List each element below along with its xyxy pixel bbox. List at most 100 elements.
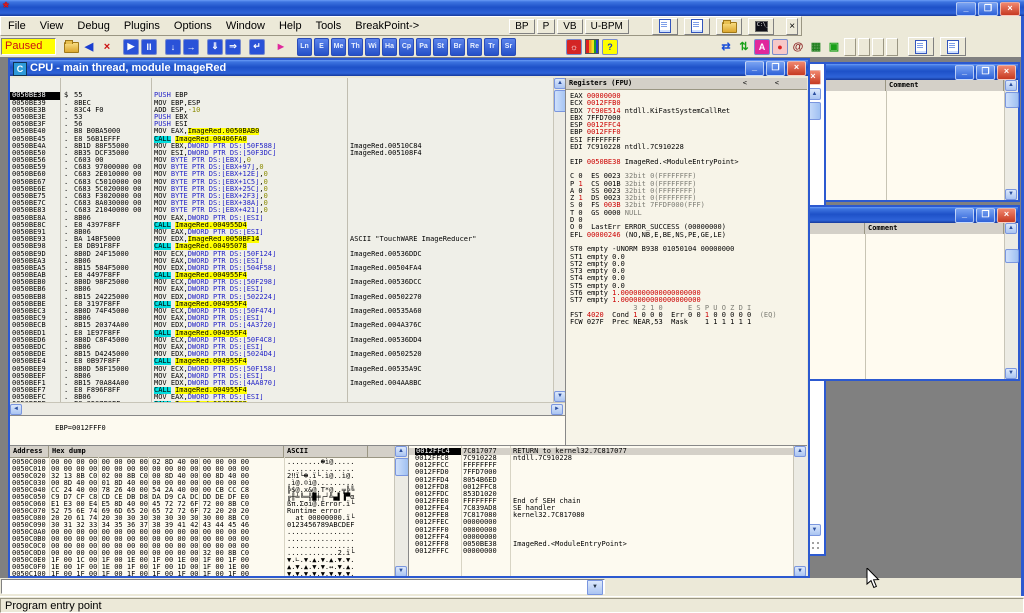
register-line[interactable]: T 0 GS 0000 NULL (570, 210, 807, 217)
disasm-row[interactable]: 0050BEFC.8B06MOV EAX,DWORD PTR DS:[ESI] (10, 394, 553, 401)
disasm-row[interactable]: 0050BE9D.8B0D 24F15000MOV ECX,DWORD PTR … (10, 251, 553, 258)
register-line[interactable]: EDI 7C910228 ntdll.7C910228 (570, 144, 807, 151)
disasm-row[interactable]: 0050BE8C.E8 4397F8FFCALL ImageRed.004955… (10, 222, 553, 229)
green-window-icon[interactable]: ▣ (826, 39, 842, 55)
disasm-row[interactable]: 0050BE40.B8 B0BA5000MOV EAX,ImageRed.005… (10, 128, 553, 135)
comment-vscrollbar[interactable]: ▲ ▼ (1004, 80, 1018, 200)
disasm-row[interactable]: 0050BE3F.56PUSH ESI (10, 121, 553, 128)
scroll-down-icon[interactable]: ▼ (1005, 368, 1017, 379)
disasm-row[interactable]: 0050BE60.C683 2E010000 00MOV BYTE PTR DS… (10, 171, 553, 178)
disasm-row[interactable]: 0050BE45.E8 56B1EFFFCALL ImageRed.00406F… (10, 136, 553, 143)
disasm-row[interactable]: 0050BEDE.8B15 D4245000MOV EDX,DWORD PTR … (10, 351, 553, 358)
register-line[interactable]: EFL 00000246 (NO,NB,E,BE,NS,PE,GE,LE) (570, 232, 807, 239)
toolbar-letter-button-me[interactable]: Me (331, 38, 346, 56)
toolbar-separator-button[interactable] (872, 38, 884, 56)
disasm-row[interactable]: 0050BEDC.8B06MOV EAX,DWORD PTR DS:[ESI] (10, 344, 553, 351)
toolbar-letter-button-th[interactable]: Th (348, 38, 363, 56)
toolbar-letter-button-tr[interactable]: Tr (484, 38, 499, 56)
goto-arrow-icon[interactable]: ► (273, 39, 289, 55)
maximize-button[interactable]: ❐ (976, 208, 995, 223)
disasm-row[interactable]: 0050BEB0.8B0D 98F25000MOV ECX,DWORD PTR … (10, 279, 553, 286)
disasm-row[interactable]: 0050BE8A.8B06MOV EAX,DWORD PTR DS:[ESI] (10, 215, 553, 222)
stack-pane[interactable]: 0012FFC47C817077RETURN to kernel32.7C817… (408, 445, 807, 576)
disasm-row[interactable]: 0050BEAB.E8 4497F8FFCALL ImageRed.004955… (10, 272, 553, 279)
menu-button-ubpm[interactable]: U-BPM (585, 19, 629, 34)
scroll-right-icon[interactable]: ► (551, 404, 563, 415)
record-icon[interactable]: ● (772, 39, 788, 55)
go-back-icon[interactable]: ◀ (81, 39, 97, 55)
disassembly-hscrollbar[interactable]: ◄ ► (10, 402, 565, 416)
comment-list[interactable] (826, 91, 1018, 200)
disasm-row[interactable]: 0050BEBE.E8 3197F8FFCALL ImageRed.004955… (10, 301, 553, 308)
menu-item-options[interactable]: Options (167, 18, 219, 34)
step-into-icon[interactable]: ↓ (165, 39, 181, 55)
toolbar-letter-button-sr[interactable]: Sr (501, 38, 516, 56)
close-button[interactable]: × (997, 65, 1016, 80)
menu-item-view[interactable]: View (33, 18, 71, 34)
scroll-up-icon[interactable]: ▲ (794, 446, 806, 457)
disassembly-pane[interactable]: 0050BE38$55PUSH EBP0050BE39.8BECMOV EBP,… (10, 78, 553, 402)
resize-grip[interactable] (810, 540, 822, 552)
registers-pane[interactable]: Registers (FPU) < < EAX 00000000ECX 0012… (565, 78, 807, 445)
menu-button-vb[interactable]: VB (557, 19, 582, 34)
scroll-up-icon[interactable]: ▲ (1005, 223, 1017, 234)
notepad-icon[interactable] (684, 18, 710, 35)
disasm-row[interactable]: 0050BE75.C683 F3020000 00MOV BYTE PTR DS… (10, 193, 553, 200)
disasm-row[interactable]: 0050BE7C.C683 8A030000 00MOV BYTE PTR DS… (10, 200, 553, 207)
open-folder-icon[interactable] (716, 18, 742, 35)
letter-a-icon[interactable]: A (754, 39, 770, 55)
disasm-row[interactable]: 0050BE67.C683 C5010000 00MOV BYTE PTR DS… (10, 179, 553, 186)
updown-arrows-icon[interactable]: ⇅ (736, 39, 752, 55)
disasm-row[interactable]: 0050BE3E.53PUSH EBX (10, 114, 553, 121)
toolbar-separator-button[interactable] (886, 38, 898, 56)
disasm-row[interactable]: 0050BE50.8B35 DCF35000MOV ESI,DWORD PTR … (10, 150, 553, 157)
scroll-down-icon[interactable]: ▼ (1005, 189, 1017, 200)
disasm-row[interactable]: 0050BE3B.83C4 F0ADD ESP,-10 (10, 107, 553, 114)
disasm-row[interactable]: 0050BE93.BA 14BF5000MOV EDX,ImageRed.005… (10, 236, 553, 243)
disasm-row[interactable]: 0050BEF7.E8 F896F8FFCALL ImageRed.004955… (10, 387, 553, 394)
disasm-row[interactable]: 0050BEE4.E8 0B97F8FFCALL ImageRed.004955… (10, 358, 553, 365)
stack-row[interactable]: 0012FFFC00000000 (409, 548, 807, 555)
chevron-down-icon[interactable]: ▼ (587, 580, 603, 595)
scrollbar-thumb[interactable] (1005, 249, 1019, 263)
swap-arrows-icon[interactable]: ⇄ (718, 39, 734, 55)
menu-item-help[interactable]: Help (272, 18, 309, 34)
register-line[interactable]: FCW 027F Prec NEAR,53 Mask 1 1 1 1 1 1 (570, 319, 807, 326)
scroll-left-icon[interactable]: ◄ (10, 404, 22, 415)
minimize-button[interactable]: _ (956, 2, 976, 16)
disasm-row[interactable]: 0050BEB8.8B15 24225000MOV EDX,DWORD PTR … (10, 294, 553, 301)
run-icon[interactable]: ▶ (123, 39, 139, 55)
disasm-row[interactable]: 0050BE6E.C683 5C020000 00MOV BYTE PTR DS… (10, 186, 553, 193)
disasm-row[interactable]: 0050BEE9.8B0D 58F15000MOV ECX,DWORD PTR … (10, 366, 553, 373)
dots-grid-icon[interactable]: ▦ (808, 39, 824, 55)
disasm-row[interactable]: 0050BEF1.8B15 70A84A00MOV EDX,DWORD PTR … (10, 380, 553, 387)
toolbar-letter-button-re[interactable]: Re (467, 38, 482, 56)
toolbar-letter-button-ln[interactable]: Ln (297, 38, 312, 56)
execute-return-icon[interactable]: ↵ (249, 39, 265, 55)
toolbar-letter-button-br[interactable]: Br (450, 38, 465, 56)
scroll-down-icon[interactable]: ▼ (794, 566, 806, 576)
disasm-row[interactable]: 0050BE91.8B06MOV EAX,DWORD PTR DS:[ESI] (10, 229, 553, 236)
step-over-icon[interactable]: → (183, 39, 199, 55)
close-button[interactable]: × (1000, 2, 1020, 16)
disasm-row[interactable]: 0050BEA5.8B15 584F5000MOV EDX,DWORD PTR … (10, 265, 553, 272)
animate-over-icon[interactable]: ⇒ (225, 39, 241, 55)
comment-list[interactable] (809, 234, 1018, 379)
register-line[interactable]: EIP 0050BE38 ImageRed.<ModuleEntryPoint> (570, 159, 807, 166)
close-process-icon[interactable]: × (99, 39, 115, 55)
disasm-row[interactable]: 0050BED6.8B0D C8F45000MOV ECX,DWORD PTR … (10, 337, 553, 344)
menu-button-bp[interactable]: BP (509, 19, 534, 34)
copy-page-icon[interactable] (652, 18, 678, 35)
appearance-icon[interactable] (584, 39, 600, 55)
stack-vscrollbar[interactable]: ▲ ▼ (793, 446, 807, 576)
toolbar-letter-button-ha[interactable]: Ha (382, 38, 397, 56)
collapse-left-icon2[interactable]: < (775, 78, 779, 89)
menu-item-window[interactable]: Window (219, 18, 272, 34)
scrollbar-thumb[interactable] (1005, 92, 1019, 108)
disasm-row[interactable]: 0050BECB.8B15 20374A00MOV EDX,DWORD PTR … (10, 322, 553, 329)
collapse-left-icon[interactable]: < (743, 78, 747, 89)
open-file-icon[interactable] (63, 39, 79, 55)
command-input[interactable] (3, 581, 591, 594)
menu-item-debug[interactable]: Debug (70, 18, 116, 34)
scroll-up-icon[interactable]: ▲ (1005, 80, 1017, 91)
